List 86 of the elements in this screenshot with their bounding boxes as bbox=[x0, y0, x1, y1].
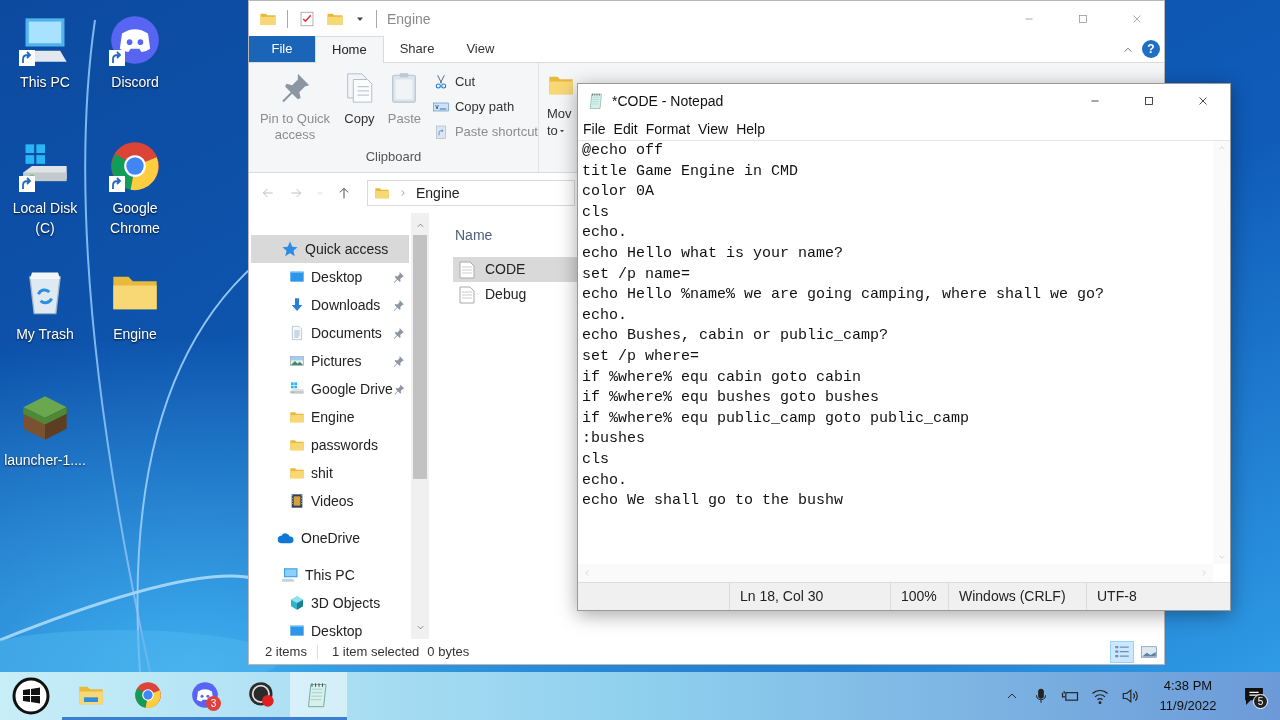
group-label: Clipboard bbox=[364, 147, 423, 166]
nav-item[interactable]: Quick access bbox=[251, 235, 409, 263]
ribbon-tab[interactable]: File bbox=[249, 36, 315, 62]
folder-icon bbox=[289, 437, 305, 453]
window-title: *CODE - Notepad bbox=[612, 91, 724, 111]
desktop-shortcut[interactable]: Discord bbox=[90, 6, 180, 132]
status-text: 0 bytes bbox=[427, 642, 470, 661]
pin-icon bbox=[392, 298, 405, 312]
ribbon-button[interactable]: Cut bbox=[432, 71, 538, 92]
notification-badge: 5 bbox=[1253, 694, 1268, 709]
ribbon-button[interactable]: Copy bbox=[336, 71, 382, 147]
status-text: UTF-8 bbox=[1096, 587, 1138, 606]
desktop-shortcut[interactable]: Engine bbox=[90, 258, 180, 384]
status-text: Ln 18, Col 30 bbox=[730, 583, 891, 610]
column-header[interactable]: Name bbox=[453, 221, 577, 249]
menu-item[interactable]: Format bbox=[641, 118, 695, 140]
ribbon-tab[interactable]: Share bbox=[383, 36, 451, 62]
status-text: 2 items bbox=[265, 642, 307, 661]
status-text: Windows (CRLF) bbox=[949, 583, 1087, 610]
status-text: 1 item selected bbox=[331, 642, 420, 661]
maximize-icon bbox=[1142, 94, 1156, 108]
computer-icon bbox=[281, 566, 299, 584]
nav-item[interactable]: Videos bbox=[251, 487, 409, 515]
menu-item[interactable]: View bbox=[694, 118, 733, 140]
menu-item[interactable]: Edit bbox=[609, 118, 642, 140]
view-button[interactable] bbox=[1110, 640, 1134, 663]
notification-badge: 3 bbox=[206, 696, 221, 711]
text-editor[interactable]: @echo off title Game Engine in CMD color 0A cls echo. echo Hello what is your name? set /p name= echo Hello %name% we are going camping, where shall we go? echo. echo Bushes, cabin or public_camp? set /p where= if %where% equ cabin goto cabin if %where% equ bushes goto bushes if %where% equ public_camp goto public_camp :bushes cls echo. echo We shall go to the bushw bbox=[578, 141, 1213, 564]
address-bar[interactable]: Engine bbox=[367, 180, 575, 206]
maximize-icon bbox=[1076, 12, 1090, 26]
nav-item[interactable]: Pictures bbox=[251, 347, 409, 375]
nav-item[interactable]: passwords bbox=[251, 431, 409, 459]
action-center-button[interactable]: 5 bbox=[1228, 672, 1280, 720]
nav-item[interactable]: Engine bbox=[251, 403, 409, 431]
star-icon bbox=[281, 240, 299, 258]
scrollbar-thumb[interactable] bbox=[413, 235, 427, 479]
help-button[interactable]: ? bbox=[1142, 40, 1160, 58]
pin-icon bbox=[392, 354, 405, 368]
screen-icon bbox=[289, 269, 305, 285]
folder-icon bbox=[374, 185, 390, 201]
desktop-shortcut[interactable]: This PC bbox=[0, 6, 90, 132]
browser-icon bbox=[133, 680, 162, 709]
checklist-icon[interactable] bbox=[298, 10, 316, 28]
image-icon bbox=[289, 353, 305, 369]
pin-icon bbox=[392, 270, 405, 284]
pin-icon bbox=[392, 326, 405, 340]
text-file-icon bbox=[459, 285, 475, 304]
document-icon bbox=[289, 325, 305, 341]
controller-icon bbox=[109, 14, 161, 66]
screen-icon bbox=[289, 623, 305, 639]
folder-icon bbox=[289, 465, 305, 481]
browser-icon bbox=[109, 140, 161, 192]
menu-item[interactable]: File bbox=[579, 118, 610, 140]
folder-icon bbox=[289, 409, 305, 425]
status-text: 100% bbox=[891, 583, 949, 610]
nav-item[interactable]: Google Drive bbox=[251, 375, 409, 403]
clock[interactable]: 4:38 PM 11/9/2022 bbox=[1148, 676, 1228, 716]
desktop-shortcut[interactable]: launcher-1.... bbox=[0, 384, 90, 510]
windows-logo-icon bbox=[12, 677, 50, 715]
nav-item[interactable]: shit bbox=[251, 459, 409, 487]
down-arrow-icon bbox=[289, 297, 305, 313]
cube-icon bbox=[289, 595, 305, 611]
nav-item[interactable]: Documents bbox=[251, 319, 409, 347]
window-title: Engine bbox=[387, 9, 431, 29]
film-icon bbox=[289, 493, 305, 509]
ribbon-tab[interactable]: Home bbox=[315, 36, 384, 63]
ribbon-button[interactable]: Mov to bbox=[539, 63, 576, 172]
menu-item[interactable]: Help bbox=[732, 118, 769, 140]
file-row[interactable]: CODE bbox=[453, 257, 577, 282]
nav-item[interactable]: OneDrive bbox=[251, 524, 409, 552]
desktop-shortcut[interactable]: Local Disk (C) bbox=[0, 132, 90, 258]
record-icon bbox=[247, 680, 276, 709]
nav-item[interactable]: Downloads bbox=[251, 291, 409, 319]
ribbon-button[interactable]: Copy path bbox=[432, 96, 538, 117]
desktop-shortcut[interactable]: Google Chrome bbox=[90, 132, 180, 258]
hard-drive-icon bbox=[289, 381, 305, 397]
pin-icon bbox=[392, 382, 405, 396]
nav-item[interactable]: 3D Objects bbox=[251, 589, 409, 617]
ribbon-tab[interactable]: View bbox=[450, 36, 511, 62]
file-row[interactable]: Debug bbox=[453, 282, 577, 307]
text-file-icon bbox=[459, 260, 475, 279]
desktop-shortcut[interactable]: My Trash bbox=[0, 258, 90, 384]
nav-item[interactable]: Desktop bbox=[251, 263, 409, 291]
taskbar-button[interactable]: 3 bbox=[176, 672, 233, 720]
nav-item[interactable]: This PC bbox=[251, 561, 409, 589]
nav-item[interactable]: Desktop bbox=[251, 617, 409, 639]
